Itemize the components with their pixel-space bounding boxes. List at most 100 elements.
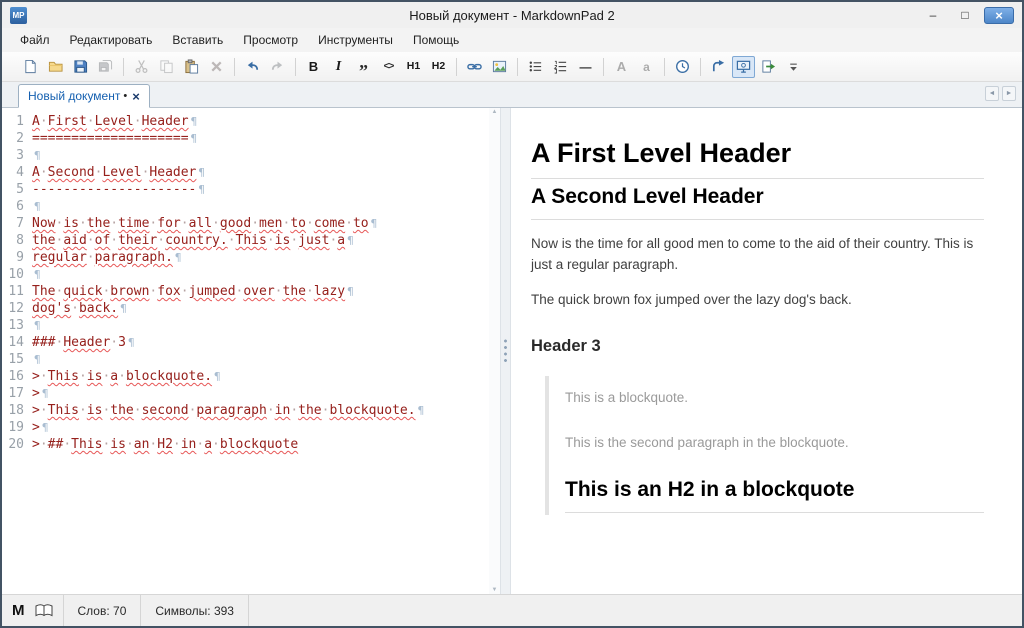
char-count: Символы: 393 — [141, 595, 249, 626]
editor-line[interactable]: 12 dog's·back. ¶ — [2, 300, 500, 317]
line-text: ¶ — [32, 198, 41, 215]
line-number: 20 — [8, 437, 24, 452]
bold-icon: B — [308, 59, 319, 74]
pilcrow-icon: ¶ — [34, 353, 41, 366]
paste-icon — [185, 59, 199, 74]
editor-line[interactable]: 14 ###·Header·3 ¶ — [2, 334, 500, 351]
paste-button[interactable] — [180, 56, 203, 78]
editor-line[interactable]: 18 >·This·is·the·second·paragraph·in·the·… — [2, 402, 500, 419]
pilcrow-icon: ¶ — [190, 132, 198, 145]
line-text: >·This·is·a·blockquote. ¶ — [32, 369, 221, 384]
editor-line[interactable]: 8 the·aid·of·their·country.·This·is·just·… — [2, 232, 500, 249]
line-text: --------------------- ¶ — [32, 182, 205, 197]
line-text: ¶ — [32, 266, 41, 283]
italic-icon: I — [335, 58, 342, 74]
close-button[interactable]: × — [984, 6, 1014, 24]
tab-close-icon[interactable]: × — [132, 89, 140, 104]
menu-file[interactable]: Файл — [10, 29, 60, 51]
menu-tools[interactable]: Инструменты — [308, 29, 403, 51]
preview-content: A First Level Header A Second Level Heade… — [511, 108, 1022, 515]
blockquote-button[interactable]: ” — [352, 56, 375, 81]
timestamp-button[interactable] — [671, 56, 694, 78]
jump-to-preview-button[interactable] — [707, 56, 730, 78]
scroll-down-icon[interactable]: ▼ — [492, 587, 498, 593]
toolbar-separator — [517, 57, 518, 76]
heading-2-button[interactable]: H2 — [427, 56, 450, 78]
editor-line[interactable]: 20 >·##·This·is·an·H2·in·a·blockquote — [2, 436, 500, 453]
editor-line[interactable]: 5 --------------------- ¶ — [2, 181, 500, 198]
editor-line[interactable]: 7 Now·is·the·time·for·all·good·men·to·com… — [2, 215, 500, 232]
export-button[interactable] — [757, 56, 780, 78]
preview-p: This is the second paragraph in the bloc… — [565, 434, 849, 450]
tab-strip: Новый документ • × ◄ ► — [2, 82, 1022, 108]
pilcrow-icon: ¶ — [198, 183, 205, 196]
toolbar-options-button[interactable] — [782, 56, 805, 78]
editor-line[interactable]: 9 regular·paragraph. ¶ — [2, 249, 500, 266]
preview-h2: A Second Level Header — [531, 185, 984, 220]
hyperlink-icon — [467, 63, 482, 70]
hyperlink-button[interactable] — [463, 56, 486, 78]
scroll-up-icon[interactable]: ▲ — [492, 109, 498, 115]
pilcrow-icon: ¶ — [120, 302, 127, 315]
tab-new-document[interactable]: Новый документ • × — [18, 84, 150, 108]
maximize-button[interactable]: □ — [952, 7, 978, 24]
title-bar: MP Новый документ - MarkdownPad 2 – □ × — [2, 2, 1022, 28]
editor-scrollbar[interactable]: ▲ ▼ — [489, 108, 500, 594]
open-file-button[interactable] — [44, 56, 67, 78]
preview-h1: A First Level Header — [531, 138, 984, 179]
markdown-mode-icon[interactable]: M — [12, 602, 25, 619]
bullet-list-button[interactable] — [524, 56, 547, 78]
editor-line[interactable]: 15 ¶ — [2, 351, 500, 368]
toolbar-separator — [295, 57, 296, 76]
numbered-list-button[interactable] — [549, 56, 572, 78]
undo-button[interactable] — [241, 56, 264, 78]
editor-pane[interactable]: 1 A·First·Level·Header ¶ 2 =================… — [2, 108, 500, 594]
word-count: Слов: 70 — [64, 595, 142, 626]
tab-scroll-left-icon[interactable]: ◄ — [985, 86, 999, 101]
editor-line[interactable]: 13 ¶ — [2, 317, 500, 334]
editor-line[interactable]: 2 ==================== ¶ — [2, 130, 500, 147]
editor-line[interactable]: 10 ¶ — [2, 266, 500, 283]
menu-help[interactable]: Помощь — [403, 29, 469, 51]
line-number: 17 — [8, 386, 24, 401]
menu-insert[interactable]: Вставить — [162, 29, 233, 51]
preview-pane[interactable]: A First Level Header A Second Level Heade… — [511, 108, 1022, 594]
menu-edit[interactable]: Редактировать — [60, 29, 163, 51]
dictionary-icon[interactable] — [35, 604, 53, 617]
editor-line[interactable]: 1 A·First·Level·Header ¶ — [2, 113, 500, 130]
line-text: > ¶ — [32, 420, 49, 435]
heading-1-icon: H1 — [406, 60, 421, 73]
editor-line[interactable]: 4 A·Second·Level·Header ¶ — [2, 164, 500, 181]
new-document-button[interactable] — [19, 56, 42, 78]
code-button[interactable]: <> — [377, 56, 400, 78]
editor-line[interactable]: 19 > ¶ — [2, 419, 500, 436]
image-button[interactable] — [488, 56, 511, 78]
line-number: 14 — [8, 335, 24, 350]
editor-line[interactable]: 17 > ¶ — [2, 385, 500, 402]
menu-view[interactable]: Просмотр — [233, 29, 308, 51]
minimize-button[interactable]: – — [920, 7, 946, 24]
tab-scroll-right-icon[interactable]: ► — [1002, 86, 1016, 101]
line-number: 3 — [16, 148, 24, 163]
save-button[interactable] — [69, 56, 92, 78]
open-file-icon — [48, 61, 63, 72]
editor-line[interactable]: 11 The·quick·brown·fox·jumped·over·the·la… — [2, 283, 500, 300]
line-text: The·quick·brown·fox·jumped·over·the·lazy… — [32, 284, 354, 299]
pane-splitter[interactable] — [500, 108, 511, 594]
line-text: ¶ — [32, 147, 41, 164]
live-preview-button[interactable] — [732, 55, 755, 78]
timestamp-icon — [676, 60, 689, 73]
pilcrow-icon: ¶ — [41, 387, 49, 400]
editor-line[interactable]: 3 ¶ — [2, 147, 500, 164]
line-number: 10 — [8, 267, 24, 282]
editor-line[interactable]: 16 >·This·is·a·blockquote. ¶ — [2, 368, 500, 385]
save-all-button — [94, 56, 117, 78]
editor-line[interactable]: 6 ¶ — [2, 198, 500, 215]
horizontal-rule-button[interactable]: — — [574, 56, 597, 78]
line-number: 6 — [16, 199, 24, 214]
line-number: 5 — [16, 182, 24, 197]
italic-button[interactable]: I — [327, 56, 350, 78]
heading-1-button[interactable]: H1 — [402, 56, 425, 78]
bold-button[interactable]: B — [302, 56, 325, 78]
blockquote-icon: ” — [359, 60, 368, 81]
